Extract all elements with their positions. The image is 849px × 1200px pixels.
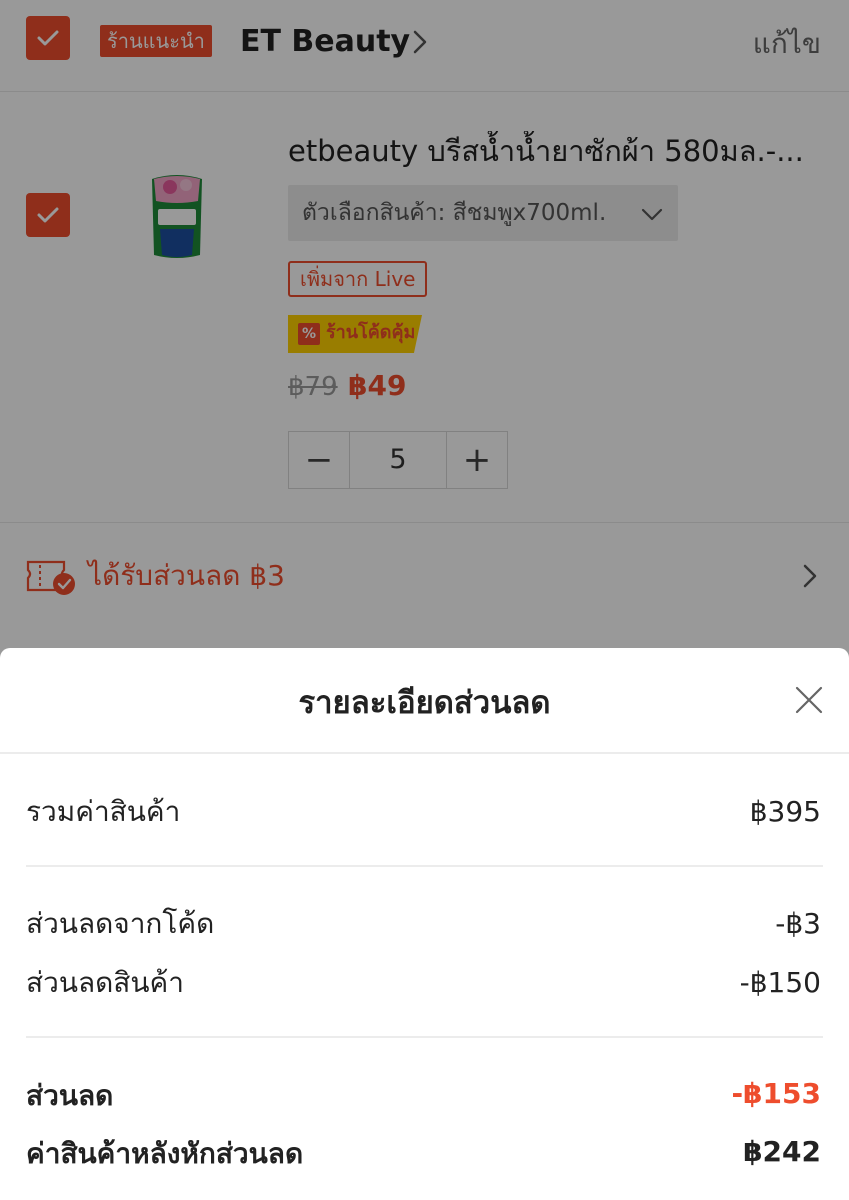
code-discount-label: ส่วนลดจากโค้ด (26, 907, 215, 940)
total-discount-value: -฿153 (731, 1077, 821, 1110)
final-price-value: ฿242 (743, 1135, 821, 1168)
final-price-label: ค่าสินค้าหลังหักส่วนลด (26, 1137, 304, 1170)
divider (26, 865, 823, 867)
product-discount-label: ส่วนลดสินค้า (26, 966, 184, 999)
subtotal-value: ฿395 (749, 795, 821, 828)
subtotal-label: รวมค่าสินค้า (26, 795, 181, 828)
sheet-title: รายละเอียดส่วนลด (298, 685, 551, 721)
divider (26, 1036, 823, 1038)
close-icon[interactable] (795, 686, 823, 714)
product-discount-value: -฿150 (739, 966, 821, 999)
divider (0, 752, 849, 754)
code-discount-value: -฿3 (775, 907, 821, 940)
total-discount-label: ส่วนลด (26, 1079, 114, 1112)
discount-details-sheet: รายละเอียดส่วนลด รวมค่าสินค้า ฿395 ส่วนล… (0, 648, 849, 1200)
